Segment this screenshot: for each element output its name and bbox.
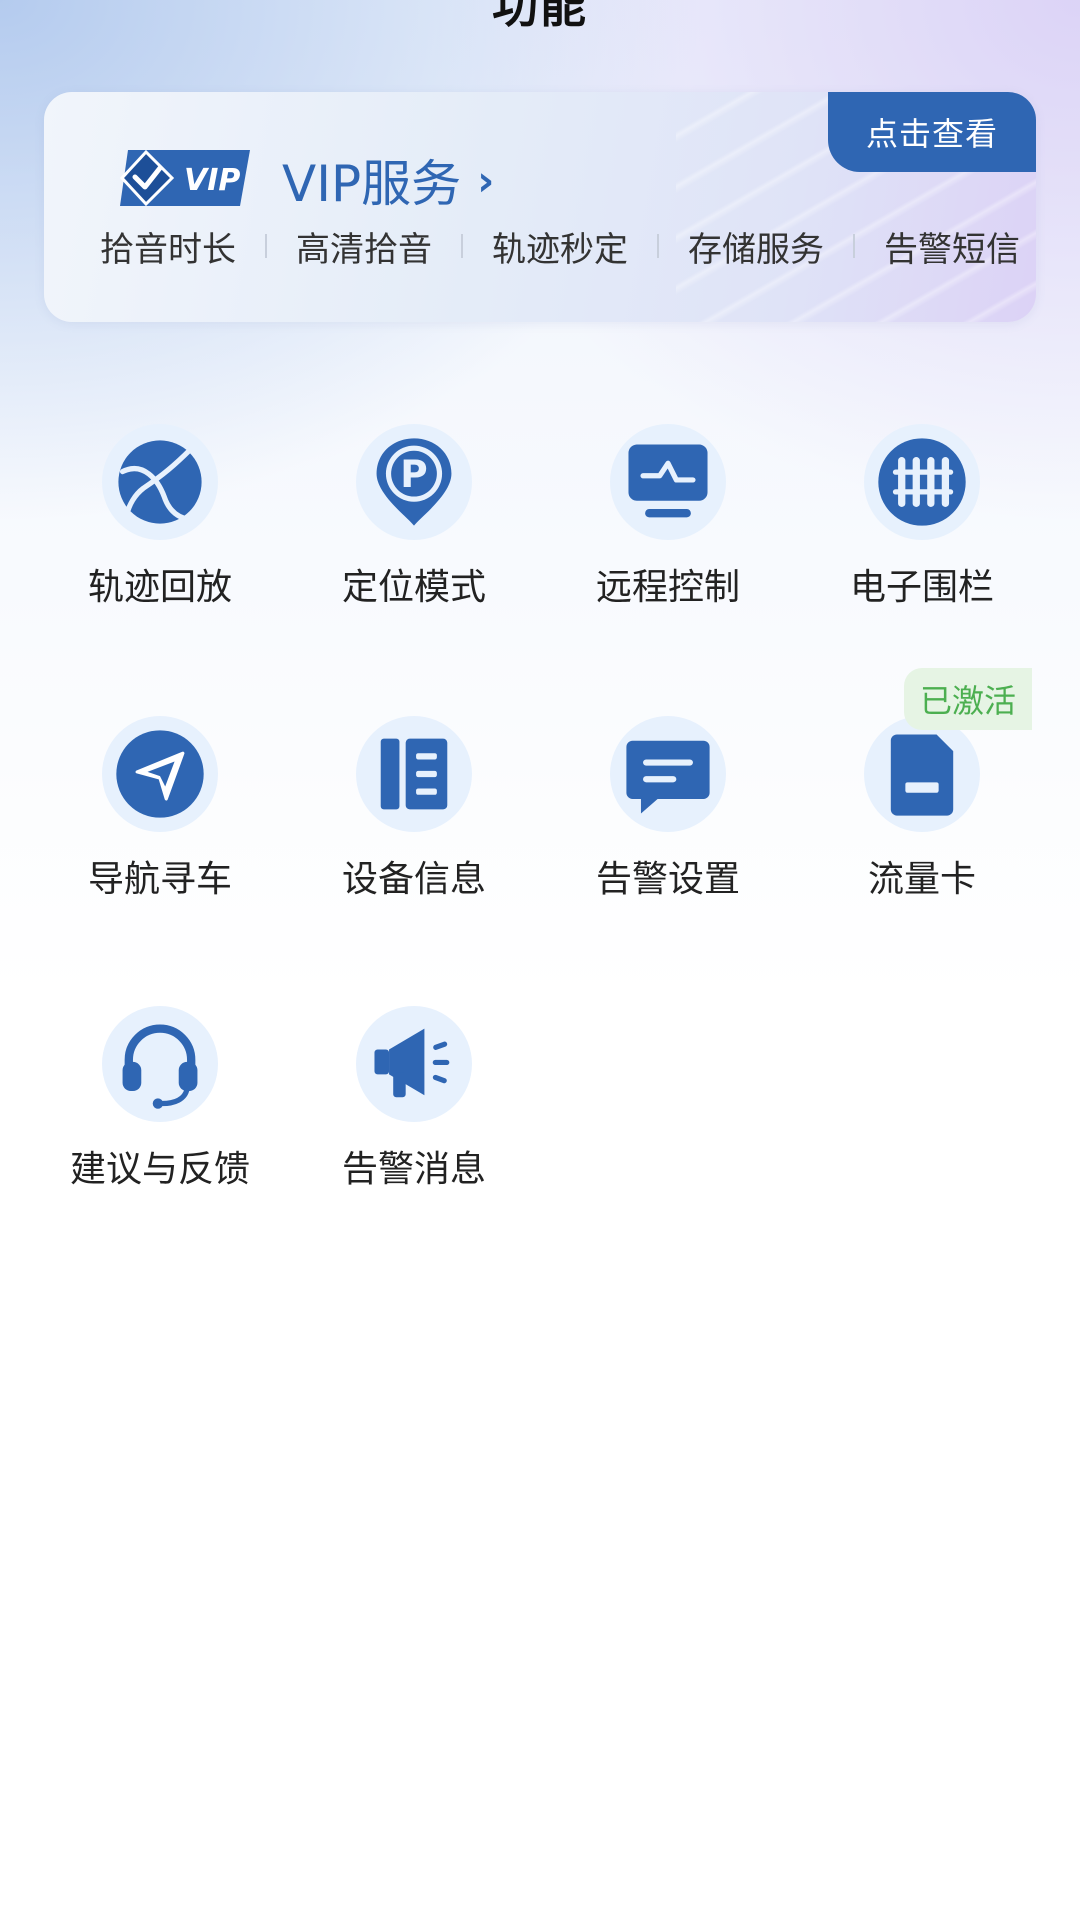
- svg-text:P: P: [400, 452, 427, 496]
- grid-item-label: 告警设置: [595, 859, 740, 900]
- icon-background: [356, 1006, 472, 1122]
- icon-background: [102, 1006, 218, 1122]
- alarm-settings-button[interactable]: 告警设置: [541, 716, 795, 902]
- headset-icon: [122, 1024, 198, 1109]
- icon-background: [610, 424, 726, 540]
- data-card-button[interactable]: 流量卡: [795, 716, 1049, 902]
- monitor-pulse-icon: [628, 444, 708, 518]
- vip-logo-text: VIP: [184, 163, 240, 198]
- device-info-icon: [380, 738, 448, 810]
- icon-background: [864, 716, 980, 832]
- vip-feature-list: 拾音时长 高清拾音 轨迹秒定 存储服务 告警短信: [100, 216, 1020, 276]
- grid-item-label: 流量卡: [867, 859, 976, 900]
- icon-background: [610, 716, 726, 832]
- divider: [657, 234, 659, 258]
- divider: [265, 234, 267, 258]
- grid-item-label: 轨迹回放: [87, 567, 232, 608]
- icon-background: [356, 716, 472, 832]
- sim-card-icon: [890, 734, 954, 816]
- grid-item-label: 告警消息: [341, 1149, 486, 1190]
- activated-badge: 已激活: [904, 668, 1032, 730]
- icon-background: [864, 424, 980, 540]
- vip-service-card[interactable]: 点击查看 VIP VIP服务 › 拾音时长 高清拾音 轨迹秒定 存储服务 告警短…: [44, 92, 1036, 322]
- divider: [461, 234, 463, 258]
- location-mode-button[interactable]: P 定位模式: [287, 424, 541, 610]
- vip-feature: 拾音时长: [100, 229, 236, 270]
- navigation-arrow-icon: [116, 730, 204, 818]
- megaphone-icon: [374, 1028, 450, 1098]
- message-bubble-icon: [626, 740, 710, 814]
- globe-route-icon: [118, 440, 202, 524]
- navigate-to-car-button[interactable]: 导航寻车: [33, 716, 287, 902]
- grid-item-label: 导航寻车: [87, 859, 232, 900]
- fence-icon: [878, 438, 966, 526]
- parking-pin-icon: P: [376, 438, 452, 526]
- icon-background: [102, 424, 218, 540]
- divider: [853, 234, 855, 258]
- view-details-button[interactable]: 点击查看: [828, 92, 1036, 172]
- vip-feature: 轨迹秒定: [492, 229, 628, 270]
- icon-background: [102, 716, 218, 832]
- grid-item-label: 远程控制: [595, 567, 740, 608]
- track-playback-button[interactable]: 轨迹回放: [33, 424, 287, 610]
- vip-title-text: VIP服务: [282, 155, 462, 213]
- electronic-fence-button[interactable]: 电子围栏: [795, 424, 1049, 610]
- device-info-button[interactable]: 设备信息: [287, 716, 541, 902]
- grid-item-label: 建议与反馈: [69, 1149, 250, 1190]
- grid-item-label: 定位模式: [341, 567, 486, 608]
- grid-item-label: 电子围栏: [849, 567, 994, 608]
- grid-item-label: 设备信息: [341, 859, 486, 900]
- vip-title-link[interactable]: VIP服务 ›: [282, 144, 494, 216]
- alarm-messages-button[interactable]: 告警消息: [287, 1006, 541, 1192]
- vip-logo-icon: VIP: [119, 149, 250, 207]
- vip-feature: 高清拾音: [296, 229, 432, 270]
- icon-background: P: [356, 424, 472, 540]
- vip-feature: 存储服务: [688, 229, 824, 270]
- chevron-right-icon: ›: [477, 155, 495, 205]
- page-title: 功能: [492, 0, 588, 33]
- feedback-button[interactable]: 建议与反馈: [33, 1006, 287, 1192]
- remote-control-button[interactable]: 远程控制: [541, 424, 795, 610]
- vip-feature: 告警短信: [884, 229, 1020, 270]
